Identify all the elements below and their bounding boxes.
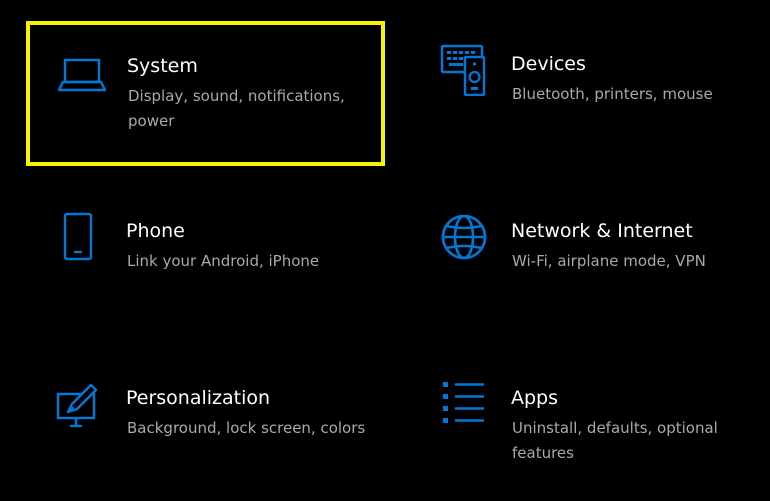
tile-description: Bluetooth, printers, mouse <box>512 85 713 103</box>
tile-title: Apps <box>511 387 559 409</box>
tile-description: Background, lock screen, colors <box>127 419 366 437</box>
settings-tile-system[interactable]: System Display, sound, notifications, po… <box>26 21 385 166</box>
devices-icon <box>440 44 492 96</box>
settings-tile-network[interactable]: Network & Internet Wi-Fi, airplane mode,… <box>440 210 760 320</box>
tile-title: Phone <box>126 220 185 242</box>
tile-description: Uninstall, defaults, optional features <box>512 419 718 462</box>
settings-tile-devices[interactable]: Devices Bluetooth, printers, mouse <box>440 44 760 154</box>
tile-description: Wi-Fi, airplane mode, VPN <box>512 252 706 270</box>
globe-icon <box>440 210 492 262</box>
settings-tile-apps[interactable]: Apps Uninstall, defaults, optional featu… <box>440 378 760 488</box>
laptop-icon <box>55 52 107 104</box>
phone-icon <box>55 210 107 262</box>
apps-list-icon <box>440 378 492 430</box>
tile-title: Devices <box>511 53 586 75</box>
settings-tile-phone[interactable]: Phone Link your Android, iPhone <box>55 210 375 320</box>
personalization-icon <box>55 378 107 430</box>
tile-description: Display, sound, notifications, power <box>128 87 345 130</box>
settings-tile-personalization[interactable]: Personalization Background, lock screen,… <box>55 378 375 488</box>
tile-title: Network & Internet <box>511 220 693 242</box>
tile-title: Personalization <box>126 387 271 409</box>
tile-description: Link your Android, iPhone <box>127 252 320 270</box>
tile-title: System <box>127 55 198 77</box>
